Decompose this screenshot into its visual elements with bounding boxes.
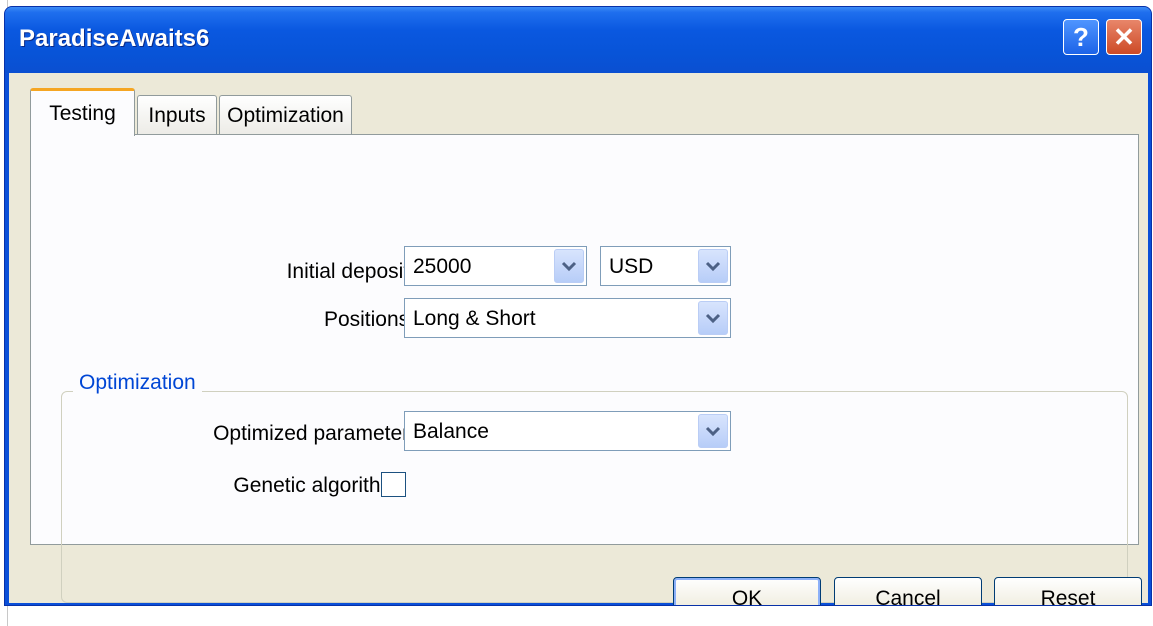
dialog-window: ParadiseAwaits6 ? ✕ Testing Inputs Optim… xyxy=(4,6,1152,606)
tab-testing[interactable]: Testing xyxy=(30,88,135,136)
help-icon: ? xyxy=(1073,21,1089,52)
optimization-group-title: Optimization xyxy=(73,371,202,395)
initial-deposit-value: 25000 xyxy=(413,255,472,278)
tab-optimization[interactable]: Optimization xyxy=(219,95,352,135)
optimized-parameter-select[interactable]: Balance xyxy=(404,411,731,451)
window-title: ParadiseAwaits6 xyxy=(19,25,210,52)
reset-button-label: Reset xyxy=(1040,587,1096,606)
dialog-client-area: Testing Inputs Optimization Initial depo… xyxy=(9,73,1148,606)
genetic-algorithm-checkbox[interactable] xyxy=(381,472,406,497)
testing-tab-panel: Initial deposit: 25000 USD Positions: Lo… xyxy=(30,134,1139,603)
tab-label: Testing xyxy=(49,101,116,125)
tab-label: Optimization xyxy=(227,103,344,127)
positions-select[interactable]: Long & Short xyxy=(404,298,731,338)
chevron-down-icon[interactable] xyxy=(698,249,728,283)
close-button[interactable]: ✕ xyxy=(1106,19,1142,55)
positions-label: Positions: xyxy=(323,308,415,331)
title-bar[interactable]: ParadiseAwaits6 ? ✕ xyxy=(5,7,1151,73)
close-icon: ✕ xyxy=(1113,21,1135,52)
ok-button[interactable]: OK xyxy=(673,577,821,606)
genetic-algorithm-label: Genetic algorithm xyxy=(233,474,398,497)
chevron-down-icon[interactable] xyxy=(698,301,728,335)
help-button[interactable]: ? xyxy=(1063,19,1099,55)
optimized-parameter-label: Optimized parameter: xyxy=(213,422,415,445)
initial-deposit-select[interactable]: 25000 xyxy=(404,246,587,286)
currency-value: USD xyxy=(609,255,654,278)
tab-label: Inputs xyxy=(148,103,206,127)
currency-select[interactable]: USD xyxy=(600,246,731,286)
cancel-button-label: Cancel xyxy=(875,587,941,606)
chevron-down-icon[interactable] xyxy=(698,414,728,448)
chevron-down-icon[interactable] xyxy=(554,249,584,283)
positions-value: Long & Short xyxy=(413,307,536,330)
tab-inputs[interactable]: Inputs xyxy=(137,95,217,135)
cancel-button[interactable]: Cancel xyxy=(834,577,982,606)
reset-button[interactable]: Reset xyxy=(994,577,1142,606)
ok-button-label: OK xyxy=(731,587,763,606)
optimized-parameter-value: Balance xyxy=(413,420,489,443)
initial-deposit-label: Initial deposit: xyxy=(286,260,415,283)
